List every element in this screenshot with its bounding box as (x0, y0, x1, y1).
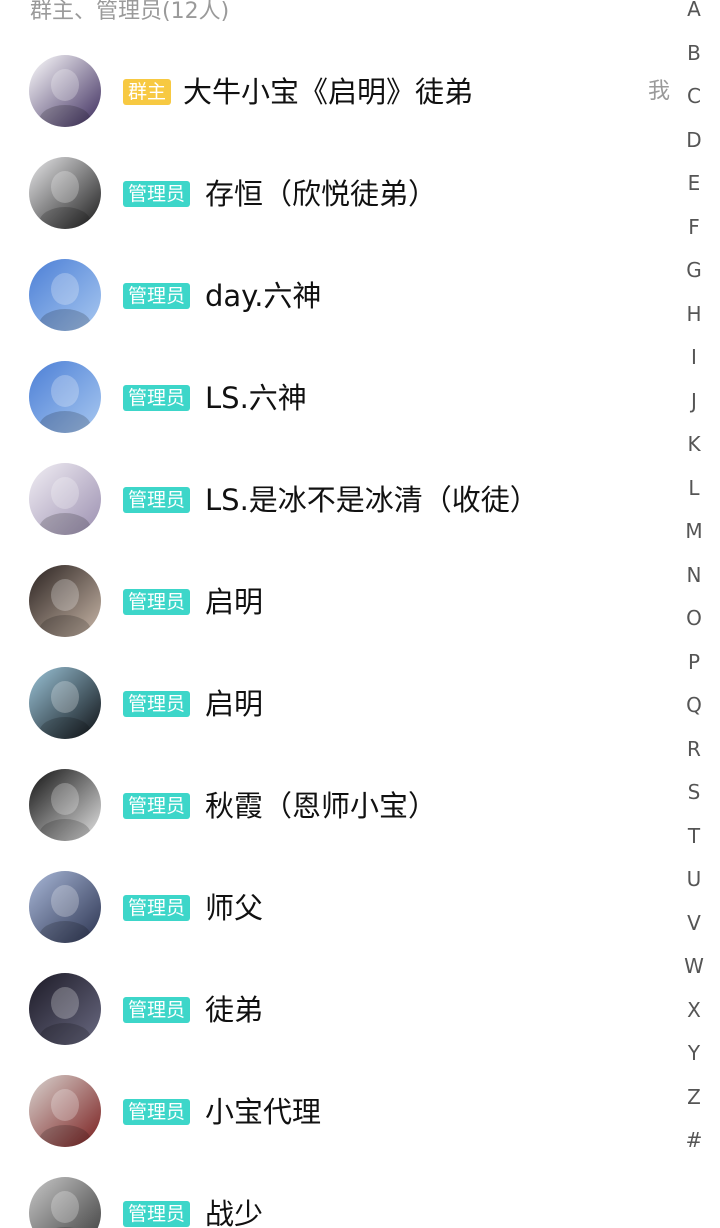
alphabet-index-letter[interactable]: I (672, 336, 716, 380)
member-name: 小宝代理 (205, 1095, 322, 1129)
member-row[interactable]: 管理员 师父 (0, 856, 670, 958)
alphabet-index-letter[interactable]: Z (672, 1076, 716, 1120)
alphabet-index-letter[interactable]: L (672, 467, 716, 511)
member-list: 群主 大牛小宝《启明》徒弟我管理员 存恒（欣悦徒弟） 管理员 day.六神 管理员 LS.六… (0, 40, 670, 1228)
alphabet-index-letter[interactable]: K (672, 423, 716, 467)
alphabet-index-letter[interactable]: C (672, 75, 716, 119)
alphabet-index-letter[interactable]: W (672, 945, 716, 989)
avatar[interactable] (29, 361, 101, 433)
member-name: 师父 (205, 891, 264, 925)
member-name: 徒弟 (205, 993, 264, 1027)
avatar[interactable] (29, 463, 101, 535)
member-name: LS.是冰不是冰清（收徒） (205, 483, 539, 517)
member-name: 战少 (205, 1197, 264, 1228)
alphabet-index-letter[interactable]: F (672, 206, 716, 250)
admin-badge: 管理员 (123, 895, 191, 921)
admin-badge: 管理员 (123, 487, 191, 513)
admin-badge: 管理员 (123, 793, 191, 819)
alphabet-index-letter[interactable]: E (672, 162, 716, 206)
alphabet-index-letter[interactable]: A (672, 0, 716, 32)
alphabet-index-letter[interactable]: P (672, 641, 716, 685)
member-row[interactable]: 管理员 LS.是冰不是冰清（收徒） (0, 448, 670, 550)
admin-badge: 管理员 (123, 1201, 191, 1227)
avatar[interactable] (29, 259, 101, 331)
member-name: 启明 (205, 687, 264, 721)
alphabet-index-letter[interactable]: B (672, 32, 716, 76)
alphabet-index-letter[interactable]: # (672, 1119, 716, 1163)
member-row[interactable]: 管理员 day.六神 (0, 244, 670, 346)
member-row[interactable]: 管理员 LS.六神 (0, 346, 670, 448)
alphabet-index[interactable]: A B C D E F G H I J K L M N O P Q R S T U V W X Y Z # (672, 0, 716, 1163)
group-admin-list-screen: 群主、管理员(12人) 群主 大牛小宝《启明》徒弟我管理员 存恒（欣悦徒弟） 管理员 d… (0, 0, 720, 1228)
avatar[interactable] (29, 973, 101, 1045)
avatar[interactable] (29, 157, 101, 229)
alphabet-index-letter[interactable]: S (672, 771, 716, 815)
owner-badge: 群主 (123, 79, 172, 105)
alphabet-index-letter[interactable]: U (672, 858, 716, 902)
member-row[interactable]: 管理员 启明 (0, 550, 670, 652)
avatar[interactable] (29, 1075, 101, 1147)
member-row[interactable]: 管理员 徒弟 (0, 958, 670, 1060)
avatar[interactable] (29, 769, 101, 841)
alphabet-index-letter[interactable]: H (672, 293, 716, 337)
avatar[interactable] (29, 565, 101, 637)
alphabet-index-letter[interactable]: X (672, 989, 716, 1033)
member-row[interactable]: 管理员 小宝代理 (0, 1060, 670, 1162)
admin-badge: 管理员 (123, 691, 191, 717)
alphabet-index-letter[interactable]: Y (672, 1032, 716, 1076)
admin-badge: 管理员 (123, 385, 191, 411)
alphabet-index-letter[interactable]: D (672, 119, 716, 163)
member-name: LS.六神 (205, 381, 307, 415)
member-name: 大牛小宝《启明》徒弟 (183, 75, 474, 109)
alphabet-index-letter[interactable]: M (672, 510, 716, 554)
admin-badge: 管理员 (123, 997, 191, 1023)
alphabet-index-letter[interactable]: V (672, 902, 716, 946)
member-row[interactable]: 管理员 秋霞（恩师小宝） (0, 754, 670, 856)
alphabet-index-letter[interactable]: G (672, 249, 716, 293)
admin-badge: 管理员 (123, 283, 191, 309)
member-row[interactable]: 管理员 战少 (0, 1162, 670, 1228)
avatar[interactable] (29, 1177, 101, 1228)
alphabet-index-letter[interactable]: Q (672, 684, 716, 728)
alphabet-index-letter[interactable]: N (672, 554, 716, 598)
section-header: 群主、管理员(12人) (30, 0, 230, 24)
avatar[interactable] (29, 55, 101, 127)
alphabet-index-letter[interactable]: J (672, 380, 716, 424)
member-name: day.六神 (205, 279, 322, 313)
member-name: 存恒（欣悦徒弟） (205, 177, 438, 211)
alphabet-index-letter[interactable]: T (672, 815, 716, 859)
member-row[interactable]: 管理员 存恒（欣悦徒弟） (0, 142, 670, 244)
alphabet-index-letter[interactable]: R (672, 728, 716, 772)
admin-badge: 管理员 (123, 1099, 191, 1125)
me-label: 我 (648, 79, 671, 104)
admin-badge: 管理员 (123, 589, 191, 615)
member-name: 秋霞（恩师小宝） (205, 789, 438, 823)
admin-badge: 管理员 (123, 181, 191, 207)
member-row[interactable]: 管理员 启明 (0, 652, 670, 754)
member-row[interactable]: 群主 大牛小宝《启明》徒弟 我 (0, 40, 670, 142)
avatar[interactable] (29, 871, 101, 943)
avatar[interactable] (29, 667, 101, 739)
alphabet-index-letter[interactable]: O (672, 597, 716, 641)
member-name: 启明 (205, 585, 264, 619)
